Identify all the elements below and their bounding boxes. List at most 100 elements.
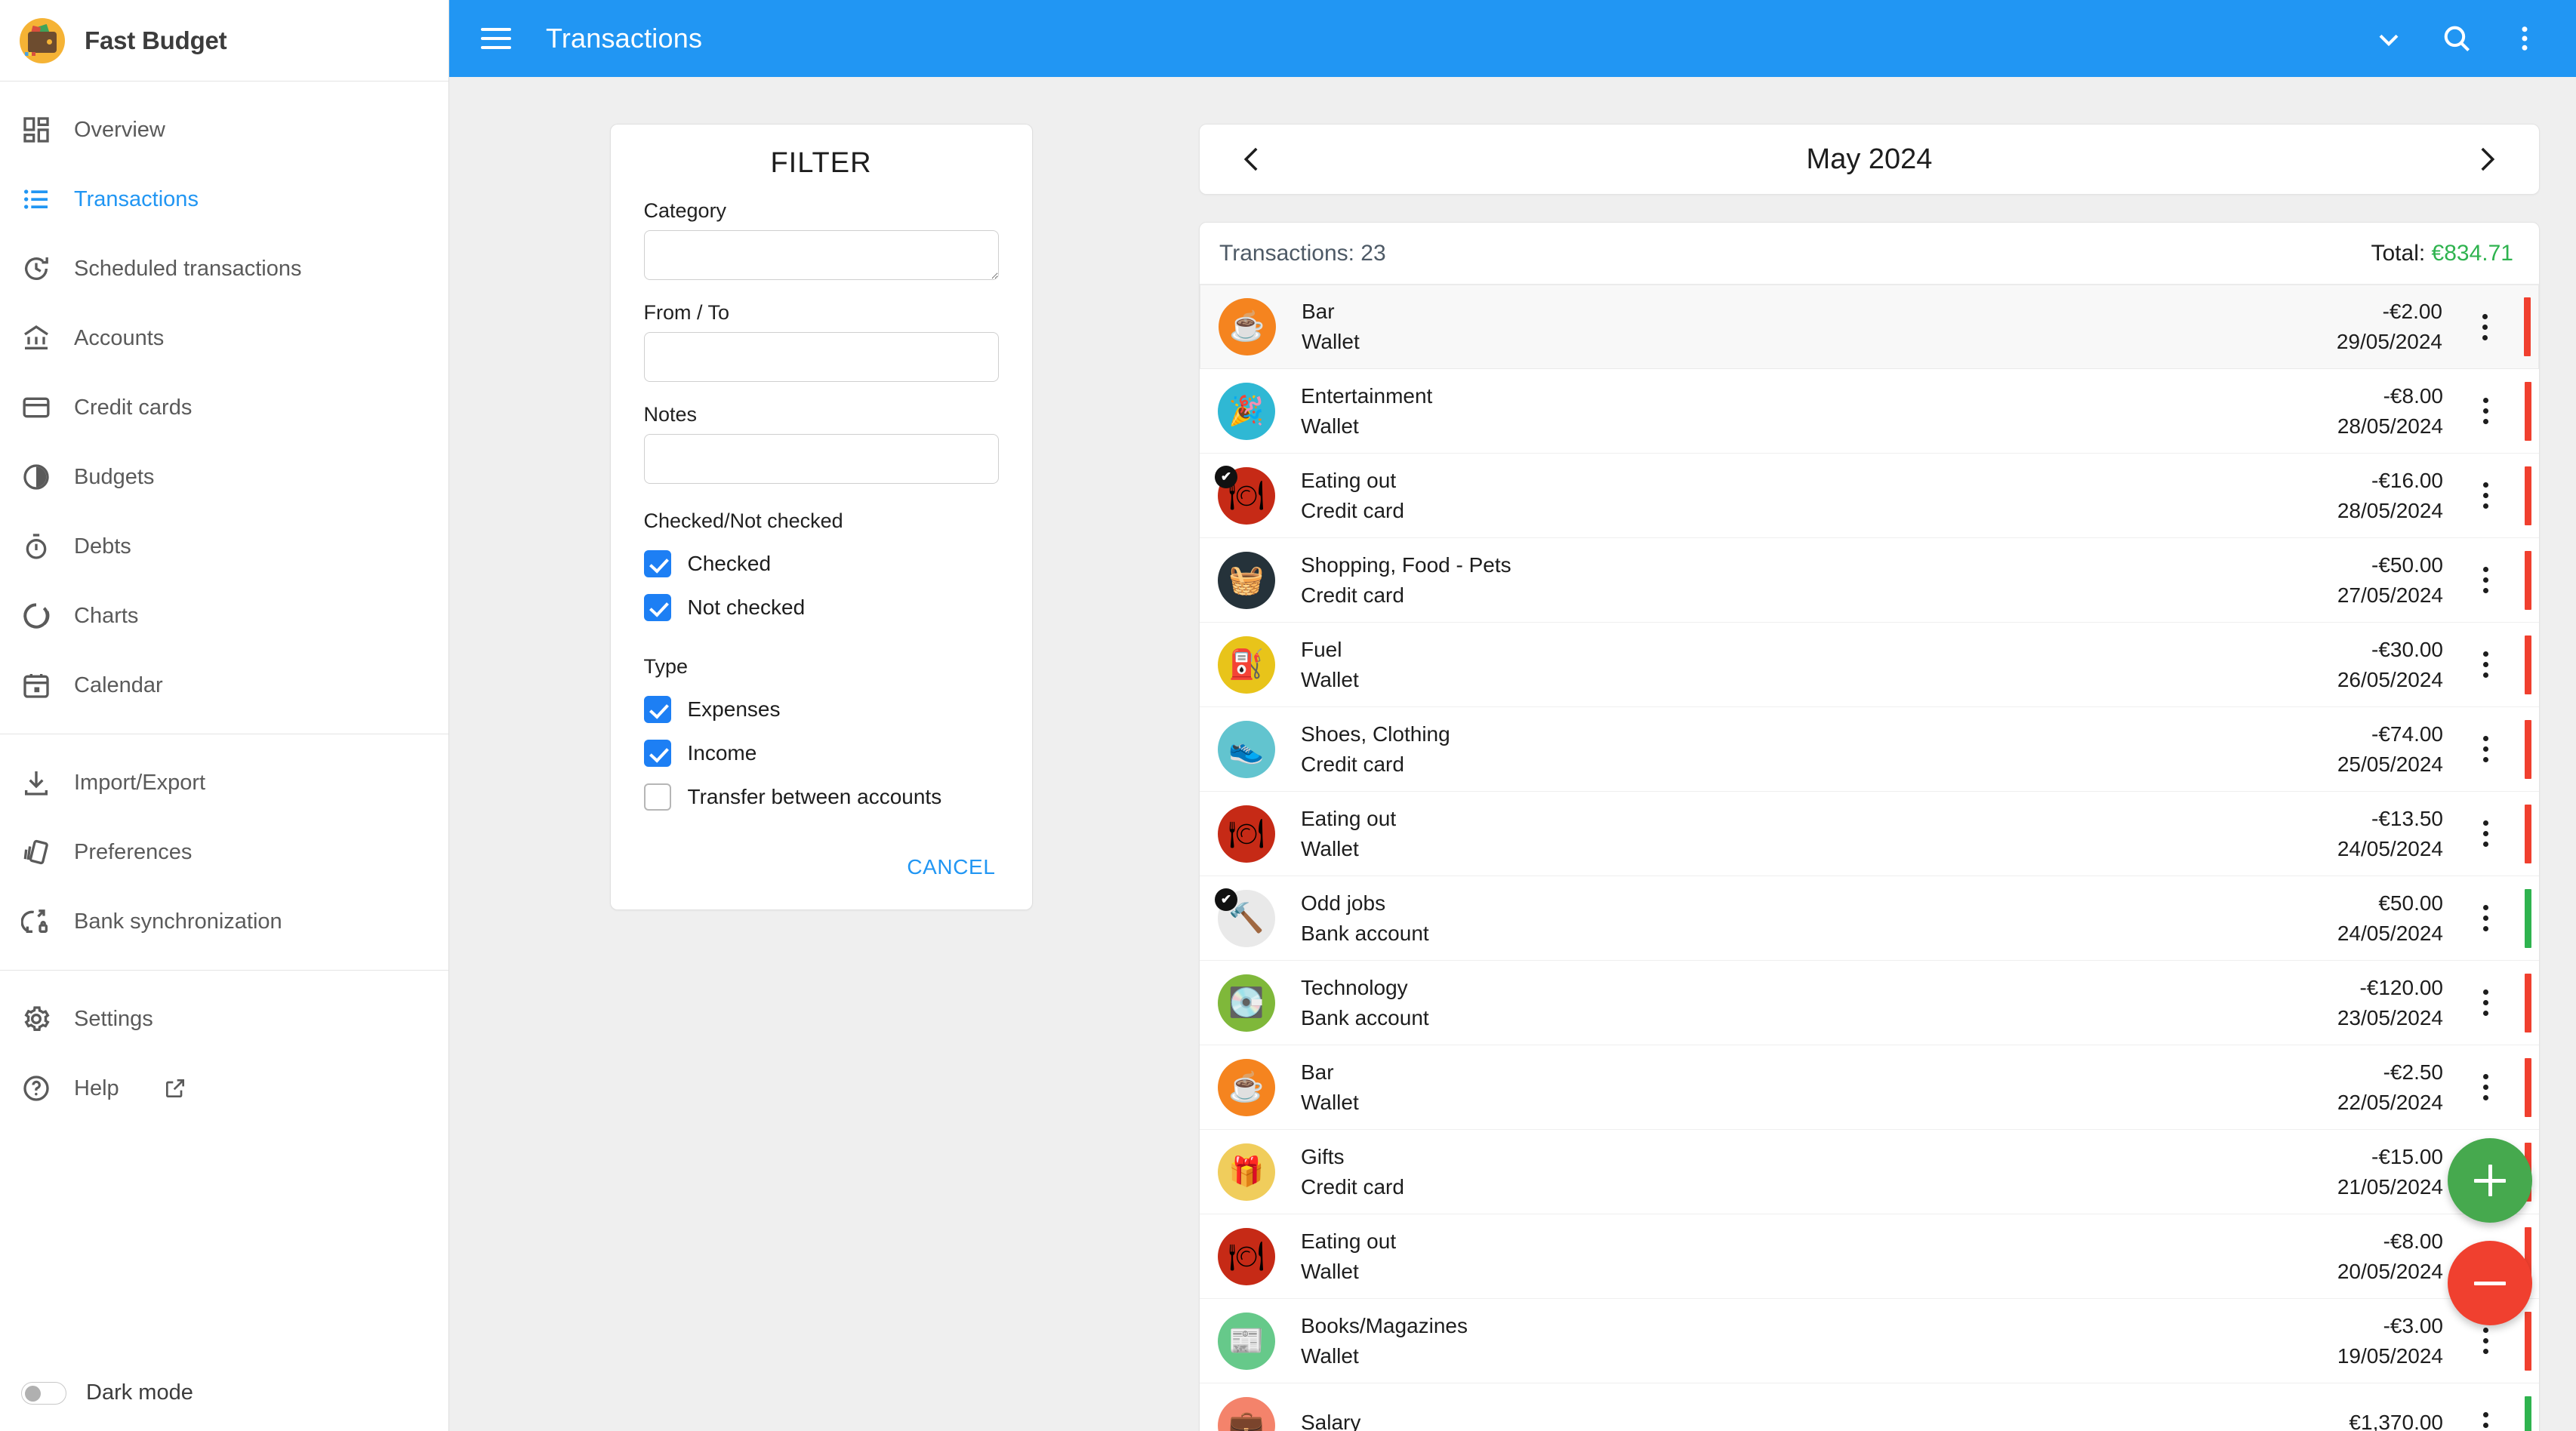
checkbox-checked[interactable]: Checked — [643, 542, 999, 586]
row-more-vertical-icon[interactable] — [2466, 1328, 2505, 1354]
sidebar-item-transactions[interactable]: Transactions — [0, 165, 448, 234]
transaction-category: Technology — [1301, 975, 1408, 999]
table-row[interactable]: 🎁 Gifts Credit card -€15.00 21/05/2024 — [1200, 1130, 2539, 1214]
checkbox-not-checked[interactable]: Not checked — [643, 586, 999, 629]
table-row[interactable]: ⛽ Fuel Wallet -€30.00 26/05/2024 — [1200, 623, 2539, 707]
transaction-date: 28/05/2024 — [2337, 414, 2443, 438]
sidebar-item-budgets[interactable]: Budgets — [0, 442, 448, 512]
chevron-down-icon[interactable] — [2371, 20, 2407, 57]
checkbox-transfer-between-accounts[interactable]: Transfer between accounts — [643, 775, 999, 819]
transaction-type-bar — [2525, 1396, 2531, 1431]
checkbox-box[interactable] — [643, 550, 671, 577]
transaction-info: Fuel Wallet — [1275, 638, 2337, 692]
row-more-vertical-icon[interactable] — [2466, 398, 2505, 424]
sidebar-item-import-export[interactable]: Import/Export — [0, 748, 448, 817]
row-more-vertical-icon[interactable] — [2465, 313, 2504, 340]
sidebar-item-overview[interactable]: Overview — [0, 95, 448, 165]
table-row[interactable]: 💼 Salary €1,370.00 — [1200, 1383, 2539, 1431]
clock-refresh-icon — [21, 254, 51, 284]
row-more-vertical-icon[interactable] — [2466, 905, 2505, 931]
sidebar-item-charts[interactable]: Charts — [0, 581, 448, 651]
more-vertical-icon[interactable] — [2507, 20, 2543, 57]
table-row[interactable]: 👟 Shoes, Clothing Credit card -€74.00 25/05/… — [1200, 707, 2539, 792]
transaction-category: Books/Magazines — [1301, 1313, 1468, 1337]
add-income-button[interactable] — [2448, 1138, 2532, 1223]
sidebar-item-preferences[interactable]: Preferences — [0, 817, 448, 887]
sidebar-item-scheduled-transactions[interactable]: Scheduled transactions — [0, 234, 448, 303]
transaction-date: 19/05/2024 — [2337, 1343, 2443, 1368]
row-more-vertical-icon[interactable] — [2466, 651, 2505, 678]
transaction-info: Books/Magazines Wallet — [1275, 1314, 2337, 1368]
sidebar-item-credit-cards[interactable]: Credit cards — [0, 373, 448, 442]
row-more-vertical-icon[interactable] — [2466, 482, 2505, 509]
sidebar-item-bank-synchronization[interactable]: Bank synchronization — [0, 887, 448, 956]
checkbox-box[interactable] — [643, 696, 671, 723]
chevron-left-icon[interactable] — [1231, 138, 1274, 180]
transaction-account: Wallet — [1301, 1090, 1359, 1114]
table-row[interactable]: 🔨 ✔ Odd jobs Bank account €50.00 24/05/2024 — [1200, 876, 2539, 961]
checkbox-box[interactable] — [643, 594, 671, 621]
filter-panel: FILTER Category From / To Notes Checked/… — [609, 124, 1033, 910]
transaction-amount: €1,370.00 — [2349, 1410, 2443, 1431]
checkbox-expenses[interactable]: Expenses — [643, 688, 999, 731]
category-avatar-icon: 🍽 — [1218, 805, 1275, 863]
sidebar-item-label: Credit cards — [74, 395, 193, 420]
row-more-vertical-icon[interactable] — [2466, 736, 2505, 762]
sidebar-group-primary: Overview Transactions Scheduled transact… — [0, 82, 448, 734]
checkbox-income[interactable]: Income — [643, 731, 999, 775]
dark-mode-switch[interactable] — [21, 1381, 66, 1405]
transaction-category: Gifts — [1301, 1144, 1345, 1168]
main-area: Transactions FILTER Category From / To N… — [449, 0, 2576, 1431]
sidebar-group-system: Settings Help — [0, 971, 448, 1126]
cancel-button[interactable]: CANCEL — [904, 851, 998, 884]
transaction-info: Technology Bank account — [1275, 976, 2337, 1030]
transaction-date: 26/05/2024 — [2337, 667, 2443, 691]
row-more-vertical-icon[interactable] — [2466, 820, 2505, 847]
sidebar-group-tools: Import/Export Preferences Bank synchroni… — [0, 734, 448, 971]
transaction-values: -€30.00 26/05/2024 — [2337, 638, 2466, 692]
sidebar-item-calendar[interactable]: Calendar — [0, 651, 448, 720]
chevron-right-icon[interactable] — [2465, 138, 2507, 180]
row-more-vertical-icon[interactable] — [2466, 1412, 2505, 1431]
table-row[interactable]: 🍽 ✔ Eating out Credit card -€16.00 28/05/2024 — [1200, 454, 2539, 538]
transaction-account: Wallet — [1301, 1343, 1359, 1368]
transaction-category: Fuel — [1301, 637, 1342, 661]
row-more-vertical-icon[interactable] — [2466, 989, 2505, 1016]
notes-input[interactable] — [643, 434, 999, 484]
sidebar-item-settings[interactable]: Settings — [0, 984, 448, 1054]
month-navigator: May 2024 — [1199, 124, 2540, 195]
category-glyph: 🔨 — [1228, 902, 1265, 934]
table-row[interactable]: 🍽 Eating out Wallet -€13.50 24/05/2024 — [1200, 792, 2539, 876]
sidebar-item-debts[interactable]: Debts — [0, 512, 448, 581]
checkbox-box[interactable] — [643, 740, 671, 767]
sidebar-item-label: Debts — [74, 534, 131, 559]
checkbox-box[interactable] — [643, 783, 671, 811]
hamburger-menu-icon[interactable] — [481, 21, 516, 56]
brand-name: Fast Budget — [85, 26, 227, 54]
row-more-vertical-icon[interactable] — [2466, 567, 2505, 593]
sidebar-item-label: Help — [74, 1076, 119, 1100]
sidebar-item-help[interactable]: Help — [0, 1054, 448, 1123]
transaction-values: -€50.00 27/05/2024 — [2337, 553, 2466, 608]
dark-mode-toggle[interactable]: Dark mode — [21, 1380, 193, 1405]
table-row[interactable]: 📰 Books/Magazines Wallet -€3.00 19/05/2024 — [1200, 1299, 2539, 1383]
sidebar-item-accounts[interactable]: Accounts — [0, 303, 448, 373]
external-link-icon — [163, 1076, 187, 1100]
checkbox-label: Income — [687, 741, 757, 765]
transaction-values: -€13.50 24/05/2024 — [2337, 807, 2466, 861]
category-glyph: 💽 — [1228, 986, 1265, 1019]
table-row[interactable]: ☕ Bar Wallet -€2.00 29/05/2024 — [1200, 285, 2539, 369]
from-to-input[interactable] — [643, 332, 999, 382]
transaction-account: Bank account — [1301, 1005, 1429, 1029]
table-row[interactable]: ☕ Bar Wallet -€2.50 22/05/2024 — [1200, 1045, 2539, 1130]
month-label: May 2024 — [1806, 143, 1933, 175]
category-avatar-icon: ☕ — [1219, 298, 1276, 355]
table-row[interactable]: 🧺 Shopping, Food - Pets Credit card -€50.00… — [1200, 538, 2539, 623]
search-icon[interactable] — [2439, 20, 2475, 57]
table-row[interactable]: 🎉 Entertainment Wallet -€8.00 28/05/2024 — [1200, 369, 2539, 454]
table-row[interactable]: 🍽 Eating out Wallet -€8.00 20/05/2024 — [1200, 1214, 2539, 1299]
table-row[interactable]: 💽 Technology Bank account -€120.00 23/05/202… — [1200, 961, 2539, 1045]
row-more-vertical-icon[interactable] — [2466, 1074, 2505, 1100]
category-input[interactable] — [643, 230, 999, 280]
add-expense-button[interactable] — [2448, 1241, 2532, 1325]
